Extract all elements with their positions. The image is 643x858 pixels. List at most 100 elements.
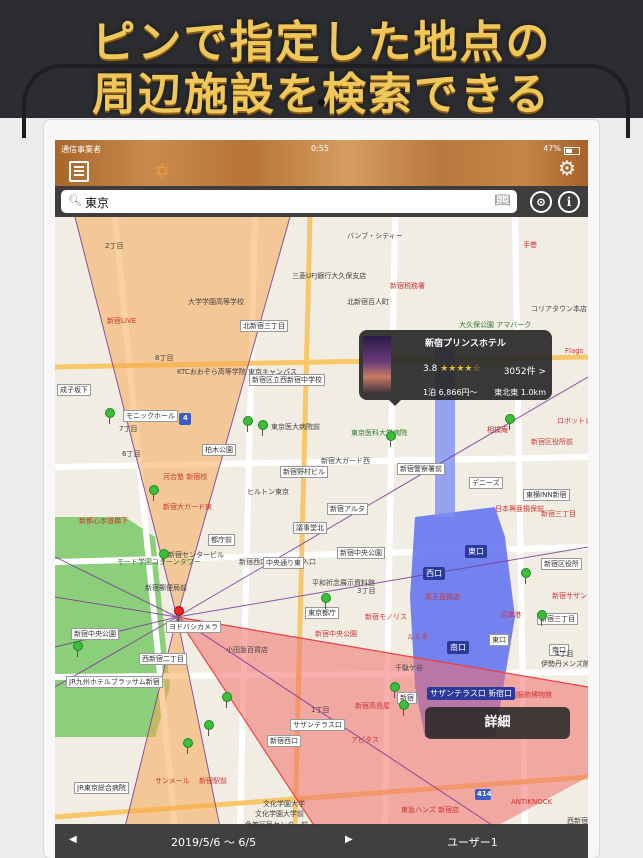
map-label: 新宿大ガード東 <box>163 503 212 511</box>
route-414-label: 414 <box>477 790 492 798</box>
top-toolbar: 通信事業者 0:55 47% ✡ ⚙ <box>55 140 588 186</box>
review-count-link[interactable]: 3052件 > <box>504 364 546 377</box>
list-icon[interactable] <box>69 161 89 182</box>
map-label: 新都心歩道橋下 <box>79 517 128 525</box>
popup-pointer <box>389 400 401 406</box>
rating-value: 3.8 <box>423 364 438 374</box>
map-label: JR九州ホテルブラッサム新宿 <box>66 676 163 688</box>
battery-icon <box>564 146 580 155</box>
map-pin[interactable] <box>390 682 400 698</box>
map-label: ヨドバシカメラ <box>166 621 221 633</box>
map-pin[interactable] <box>321 593 331 609</box>
map-label: 1丁目 <box>311 706 330 714</box>
map-label: 3丁目 <box>357 587 376 595</box>
map-label: 柏木公園 <box>202 444 236 456</box>
place-price: 1泊 6,866円〜 <box>423 388 478 397</box>
detail-button[interactable]: 詳細 <box>425 707 570 739</box>
map-label: 成子坂下 <box>57 384 91 396</box>
map-label: 新宿LIVE <box>107 317 137 325</box>
map-pin[interactable] <box>521 568 531 584</box>
station-exit-label: 西口 <box>423 567 445 580</box>
map-label: 議事堂北 <box>293 522 327 534</box>
compass-button[interactable]: ⊙ <box>530 191 552 213</box>
map-label: 中央通り東 <box>263 557 304 569</box>
bottom-bar: ◀ 2019/5/6 〜 6/5 ▶ ユーザー1 <box>55 824 588 858</box>
map-label: サンメール <box>155 777 190 785</box>
map-label: 京王百貨店 <box>425 593 460 601</box>
place-thumbnail <box>363 336 391 394</box>
map-label: 北新宿百人町 <box>347 298 389 306</box>
status-bar: 通信事業者 0:55 47% <box>55 142 588 156</box>
map-label: ロボットレストラン <box>557 417 588 425</box>
map-label: 大学学園高等学校 <box>188 298 244 306</box>
map-label: 新宿中央公園 <box>315 630 357 638</box>
map-label: 新宿サザンタワー <box>552 592 588 600</box>
map-label: 新宿駅前 <box>199 777 227 785</box>
map-pin[interactable] <box>105 408 115 424</box>
map-pin[interactable] <box>386 431 396 447</box>
map-label: 新宿三丁目 <box>541 510 576 518</box>
station-exit-label: サザンテラス口 <box>427 687 489 700</box>
map-pin[interactable] <box>222 692 232 708</box>
prev-arrow-icon[interactable]: ◀ <box>69 834 77 845</box>
map-label: 新宿区立西新宿中学校 <box>249 374 325 386</box>
map-label: 小田急百貨店 <box>226 646 268 654</box>
user-selector[interactable]: ユーザー1 <box>447 834 498 850</box>
map-label: 沼津港 <box>500 611 521 619</box>
map-label: 日本興亜損保前 <box>495 505 544 513</box>
station-exit-label: 南口 <box>447 641 469 654</box>
map-pin[interactable] <box>505 414 515 430</box>
map-label: 東口 <box>489 634 509 646</box>
map-label: 新宿高島屋 <box>355 702 390 710</box>
map-pin[interactable] <box>183 738 193 754</box>
rating-stars: ★★★★☆ <box>440 364 481 374</box>
map-pin[interactable] <box>243 416 253 432</box>
place-distance: 東北東 1.0km <box>494 388 546 397</box>
map-label: 新宿西口 <box>267 735 301 747</box>
map-label: 東京医科大学病院 <box>351 429 407 437</box>
map-label: アピタス <box>351 736 379 744</box>
place-popup[interactable]: 新宿プリンスホテル 3.8 ★★★★☆ 3052件 > 1泊 6,866円〜 東… <box>359 330 552 406</box>
map-pin[interactable] <box>537 610 547 626</box>
route-4-label: 4 <box>183 414 188 422</box>
star-logo-icon[interactable]: ✡ <box>154 159 171 183</box>
map-label: 東京医大病院前 <box>271 423 320 431</box>
map-label: ヒルトン東京 <box>247 488 289 496</box>
bookmark-icon[interactable]: 📖︎ <box>494 193 511 208</box>
map-pin[interactable] <box>159 549 169 565</box>
place-rating: 3.8 ★★★★☆ <box>423 364 481 374</box>
map-label: 文化学園大学 <box>263 800 305 808</box>
map-pin[interactable] <box>399 700 409 716</box>
map-pin[interactable] <box>204 720 214 736</box>
map-label: 三菱UFJ銀行大久保支店 <box>292 272 367 280</box>
device-camera-dot <box>318 99 325 106</box>
next-arrow-icon[interactable]: ▶ <box>345 834 353 845</box>
map-pin[interactable] <box>258 420 268 436</box>
search-input[interactable]: 🔍︎ 東京 📖︎ <box>61 190 517 213</box>
station-exit-label: 東口 <box>465 545 487 558</box>
map-label: モード学園コクーンタワー <box>117 558 201 566</box>
center-pin[interactable] <box>174 606 184 622</box>
map-label: 新宿中央公園 <box>337 547 385 559</box>
map-pin[interactable] <box>73 641 83 657</box>
map-label: サザンテラス口 <box>290 719 345 731</box>
date-range: 2019/5/6 〜 6/5 <box>171 836 257 849</box>
gears-icon[interactable]: ⚙ <box>558 156 576 180</box>
map-label: 新宿郵便局前 <box>145 584 187 592</box>
map-label: バンブ・シティー <box>347 232 403 240</box>
map-label: デニーズ <box>469 477 503 489</box>
map-label: 大久保公園 アマバーク <box>459 321 532 329</box>
map-label: 8丁目 <box>155 354 174 362</box>
map-label: 2丁目 <box>105 242 124 250</box>
map-label: 文化学園大学前 <box>255 810 304 818</box>
map-label: 新宿税務署 <box>390 282 425 290</box>
info-button[interactable]: i <box>558 191 580 213</box>
map-label: コリアタウン本店 <box>531 305 587 313</box>
map-label: 新宿モノリス <box>365 613 407 621</box>
map-label: 東京都庁 <box>305 607 339 619</box>
map-label: 新宿区役所 <box>541 558 582 570</box>
map-label: Flags <box>565 347 584 355</box>
place-name: 新宿プリンスホテル <box>425 339 506 349</box>
battery-indicator: 47% <box>543 144 580 155</box>
map-pin[interactable] <box>149 485 159 501</box>
